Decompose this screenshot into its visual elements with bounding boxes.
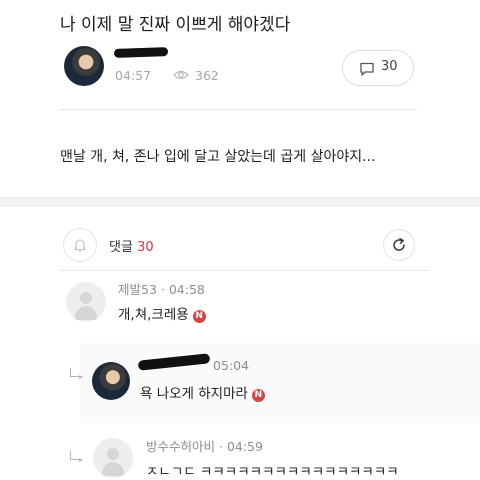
eye-icon [173, 70, 189, 80]
commenter-avatar[interactable] [66, 282, 106, 322]
new-badge-icon: N [251, 389, 265, 402]
author-avatar[interactable] [64, 46, 104, 86]
reply-time: 05:04 [213, 358, 250, 373]
commenter-avatar[interactable] [93, 438, 133, 478]
post-title: 나 이제 말 진짜 이쁘게 해야겠다 [60, 15, 291, 35]
post-body: 맨날 개, 쳐, 존나 입에 달고 살았는데 곱게 살아야지... [60, 149, 376, 165]
speech-bubble-icon [360, 62, 374, 76]
comments-header-divider [60, 270, 430, 271]
comment-author: 제발53 · 04:58 [118, 282, 205, 297]
reply-author-avatar[interactable] [92, 362, 130, 400]
comment-text: ㅈㄴㄱㄷ ㅋㅋㅋㅋㅋㅋㅋㅋㅋㅋㅋㅋㅋㅋㅋㅋ [146, 464, 399, 480]
view-count: 362 [195, 68, 219, 83]
refresh-button[interactable] [383, 229, 415, 261]
comment-text: 개,쳐,크레용 N [118, 303, 206, 323]
bell-icon [74, 239, 86, 252]
header-divider [60, 109, 417, 110]
notify-button[interactable] [63, 228, 97, 262]
new-badge-icon: N [192, 310, 206, 323]
post-time: 04:57 [115, 68, 152, 83]
refresh-icon [393, 238, 405, 251]
reply-arrow-icon [70, 368, 83, 379]
comment-author: 방수수허아비 · 04:59 [146, 439, 263, 454]
reply-text: 욕 나오게 하지마라 N [140, 382, 265, 402]
comment-count-button[interactable]: 30 [342, 50, 414, 86]
comments-heading: 댓글 30 [109, 236, 154, 255]
comments-label: 댓글 [109, 240, 133, 255]
comments-count: 30 [137, 240, 154, 255]
reply-arrow-icon [70, 451, 83, 462]
section-divider [0, 197, 480, 207]
comment-count: 30 [381, 59, 398, 74]
redacted-author-name [113, 47, 169, 58]
